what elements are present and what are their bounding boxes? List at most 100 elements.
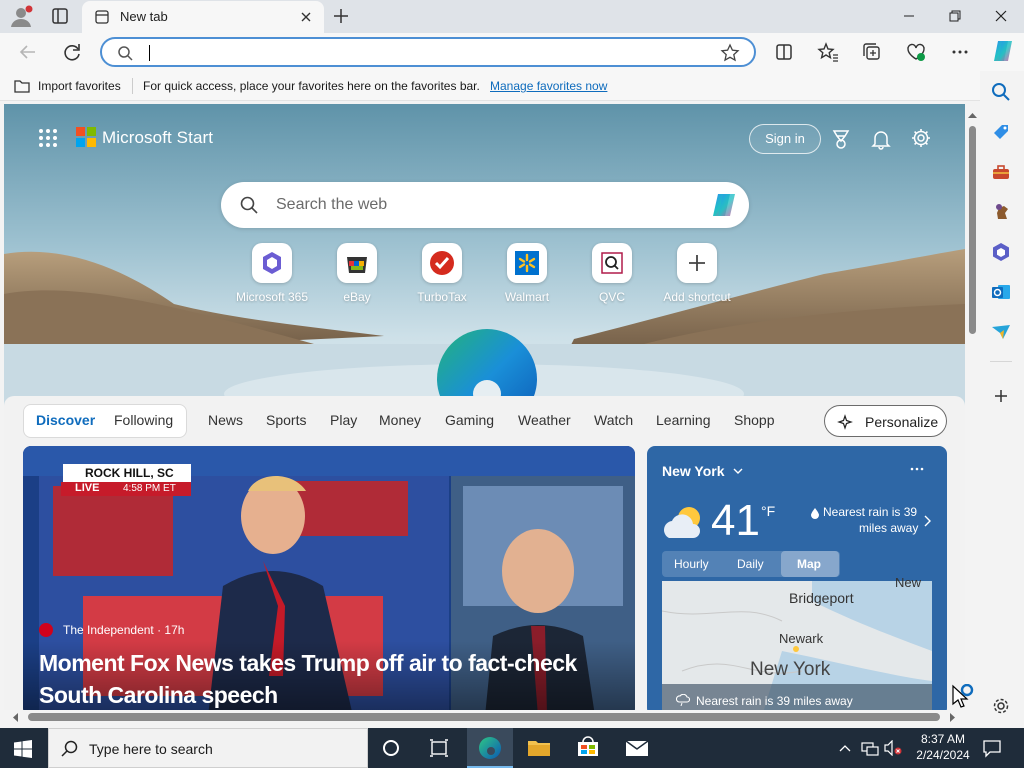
rain-cloud-icon [676, 694, 690, 706]
rewards-icon[interactable] [830, 128, 852, 150]
file-explorer-icon[interactable] [516, 728, 562, 768]
performance-icon[interactable] [903, 39, 929, 65]
microsoft-logo-icon [76, 127, 96, 147]
tab-new-tab[interactable]: New tab [82, 1, 324, 33]
news-headline-continued[interactable]: South Carolina speech [39, 682, 278, 709]
tab-actions-icon[interactable] [48, 5, 72, 27]
news-card[interactable]: ROCK HILL, SC LIVE 4:58 PM ET The Indepe… [23, 446, 635, 710]
notifications-icon[interactable] [982, 738, 1002, 758]
minimize-button[interactable] [886, 4, 932, 28]
tab-title: New tab [120, 9, 168, 24]
text-caret [149, 45, 150, 61]
tab-gaming[interactable]: Gaming [445, 412, 494, 428]
title-bar: New tab [0, 0, 1024, 33]
weather-card[interactable]: New York 41 °F Nearest rain is 39 miles … [647, 446, 947, 710]
favorite-star-icon[interactable] [720, 43, 740, 63]
news-headline[interactable]: Moment Fox News takes Trump off air to f… [39, 650, 577, 677]
new-tab-button[interactable] [330, 5, 352, 27]
tab-news[interactable]: News [208, 412, 243, 428]
shopping-tag-icon[interactable] [990, 121, 1012, 143]
volume-muted-icon[interactable] [884, 740, 902, 756]
rain-forecast-continued: miles away [859, 521, 919, 535]
tab-following[interactable]: Following [114, 412, 173, 428]
sign-in-button[interactable]: Sign in [749, 124, 821, 154]
personalize-button[interactable]: Personalize [824, 405, 947, 437]
microsoft-store-icon[interactable] [565, 728, 611, 768]
copilot-icon[interactable] [709, 192, 739, 218]
vertical-scrollbar[interactable] [965, 104, 980, 710]
notifications-icon[interactable] [870, 128, 892, 150]
network-icon[interactable] [861, 740, 879, 756]
address-bar[interactable] [100, 37, 756, 67]
quick-link-label: Microsoft 365 [235, 290, 309, 304]
more-options-icon[interactable] [909, 462, 925, 476]
more-icon[interactable] [947, 39, 973, 65]
taskbar-edge-app[interactable] [467, 728, 513, 768]
close-window-button[interactable] [978, 4, 1024, 28]
taskbar-search-box[interactable]: Type here to search [48, 728, 368, 768]
settings-icon[interactable] [990, 695, 1012, 717]
chevron-right-icon[interactable] [922, 514, 932, 528]
personalize-label: Personalize [865, 414, 939, 430]
chevron-down-icon[interactable] [732, 466, 744, 476]
quick-link-qvc[interactable]: QVC [572, 243, 652, 313]
add-shortcut-button[interactable]: Add shortcut [657, 243, 737, 313]
tab-play[interactable]: Play [330, 412, 357, 428]
search-placeholder[interactable]: Search the web [276, 196, 387, 214]
favorites-bar: Import favorites For quick access, place… [0, 71, 1024, 101]
outlook-icon[interactable] [990, 281, 1012, 303]
tab-map[interactable]: Map [797, 557, 821, 571]
send-icon[interactable] [990, 321, 1012, 343]
rain-forecast: Nearest rain is 39 [823, 505, 918, 519]
games-icon[interactable] [990, 201, 1012, 223]
tab-close-icon[interactable] [298, 9, 314, 25]
vertical-scroll-thumb[interactable] [969, 126, 976, 334]
tab-hourly[interactable]: Hourly [674, 557, 709, 571]
import-favorites-link[interactable]: Import favorites [38, 79, 121, 93]
taskbar-search-placeholder[interactable]: Type here to search [89, 741, 213, 757]
system-clock[interactable]: 8:37 AM 2/24/2024 [908, 731, 978, 763]
microsoft365-icon[interactable] [990, 241, 1012, 263]
scroll-right-icon[interactable] [950, 713, 956, 722]
search-icon [239, 195, 259, 215]
chevron-up-icon[interactable] [838, 741, 852, 755]
copilot-icon[interactable] [990, 38, 1016, 64]
tab-learning[interactable]: Learning [656, 412, 711, 428]
cortana-icon[interactable] [368, 728, 414, 768]
tab-discover[interactable]: Discover [36, 412, 95, 428]
weather-city[interactable]: New York [662, 463, 725, 479]
split-screen-icon[interactable] [771, 39, 797, 65]
tab-shopping[interactable]: Shopp [734, 412, 774, 428]
back-icon[interactable] [15, 39, 41, 65]
mail-icon[interactable] [614, 728, 660, 768]
quick-link-ebay[interactable]: eBay [317, 243, 397, 313]
quick-link-walmart[interactable]: Walmart [487, 243, 567, 313]
tab-weather[interactable]: Weather [518, 412, 571, 428]
add-icon[interactable] [990, 385, 1012, 407]
refresh-icon[interactable] [59, 39, 85, 65]
tab-money[interactable]: Money [379, 412, 421, 428]
quick-link-turbotax[interactable]: TurboTax [402, 243, 482, 313]
settings-icon[interactable] [910, 127, 932, 149]
restore-button[interactable] [932, 4, 978, 28]
windows-start-icon[interactable] [14, 740, 32, 758]
task-view-icon[interactable] [416, 728, 462, 768]
tab-sports[interactable]: Sports [266, 412, 306, 428]
weather-map[interactable]: Bridgeport Newark New York New Nearest r… [662, 575, 932, 710]
horizontal-scrollbar[interactable] [4, 710, 965, 724]
tab-daily[interactable]: Daily [737, 557, 764, 571]
collections-icon[interactable] [859, 39, 885, 65]
tools-icon[interactable] [990, 161, 1012, 183]
tab-watch[interactable]: Watch [594, 412, 633, 428]
scroll-left-icon[interactable] [12, 713, 18, 722]
profile-icon[interactable] [8, 5, 34, 29]
scroll-up-icon[interactable] [968, 112, 977, 118]
favorites-icon[interactable] [815, 39, 841, 65]
search-icon[interactable] [990, 81, 1012, 103]
web-search-box[interactable]: Search the web [221, 182, 749, 228]
app-launcher-icon[interactable] [38, 128, 58, 148]
quick-link-microsoft365[interactable]: Microsoft 365 [232, 243, 312, 313]
import-favorites-icon[interactable] [13, 78, 31, 94]
manage-favorites-link[interactable]: Manage favorites now [490, 79, 607, 93]
horizontal-scroll-thumb[interactable] [28, 713, 940, 721]
